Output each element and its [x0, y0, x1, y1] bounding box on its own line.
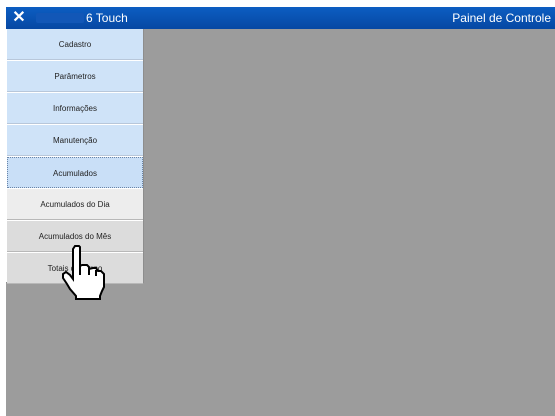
panel-title: Painel de Controle [452, 11, 551, 25]
redacted-title-block [36, 13, 84, 23]
app-title: 6 Touch [86, 11, 128, 25]
menu-item-acumulados-do-mes[interactable]: Acumulados do Mês [7, 221, 143, 252]
close-icon[interactable]: ✕ [10, 7, 28, 29]
menu-item-acumulados[interactable]: Acumulados [7, 157, 143, 188]
title-bar: ✕ 6 Touch Painel de Controle [6, 7, 555, 29]
menu-item-parametros[interactable]: Parâmetros [7, 61, 143, 92]
side-menu: Cadastro Parâmetros Informações Manutenç… [6, 29, 144, 284]
menu-item-cadastro[interactable]: Cadastro [7, 29, 143, 60]
menu-item-manutencao[interactable]: Manutenção [7, 125, 143, 156]
menu-item-informacoes[interactable]: Informações [7, 93, 143, 124]
menu-item-totais-do-turno[interactable]: Totais do Turno [7, 253, 143, 284]
menu-item-acumulados-do-dia[interactable]: Acumulados do Dia [7, 189, 143, 220]
app-window: ✕ 6 Touch Painel de Controle Cadastro Pa… [0, 0, 555, 416]
